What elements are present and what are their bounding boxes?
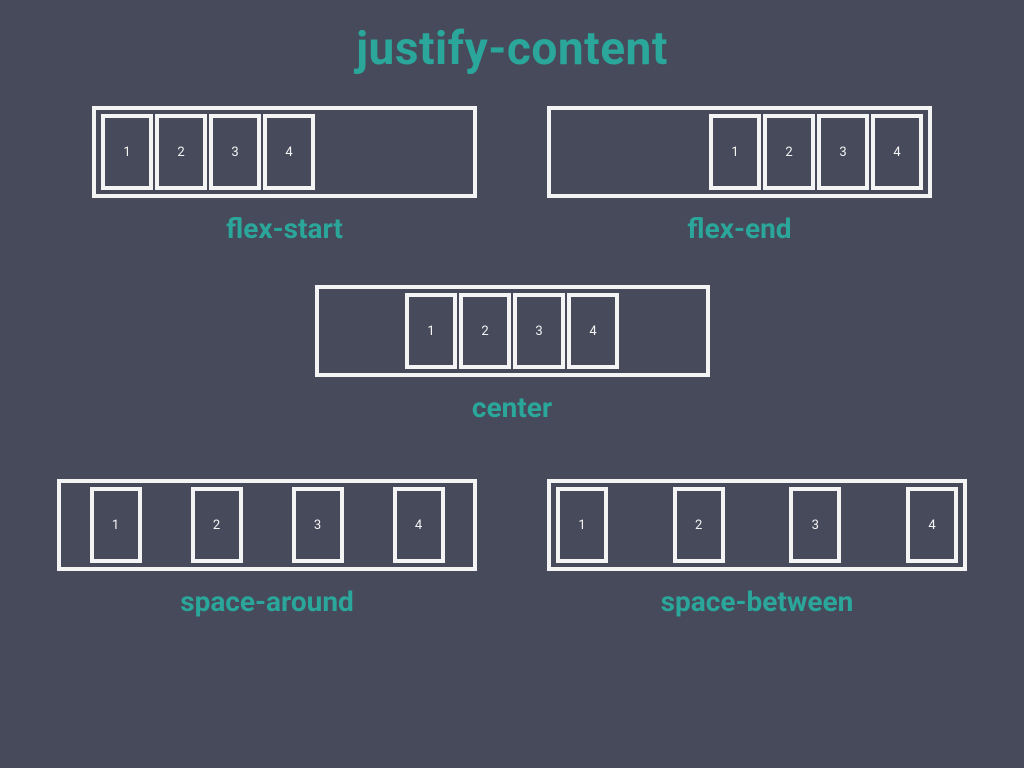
- flex-item: 2: [155, 114, 207, 190]
- flex-item: 3: [789, 487, 841, 563]
- flex-item: 1: [90, 487, 142, 563]
- caption-space-around: space-around: [180, 585, 354, 618]
- flex-container-center: 1 2 3 4: [315, 285, 710, 377]
- page-title: justify-content: [0, 0, 1024, 76]
- flex-item: 3: [817, 114, 869, 190]
- flex-item: 2: [673, 487, 725, 563]
- caption-space-between: space-between: [661, 585, 854, 618]
- flex-item: 2: [763, 114, 815, 190]
- flex-item: 2: [191, 487, 243, 563]
- flex-item: 4: [871, 114, 923, 190]
- flex-container-space-between: 1 2 3 4: [547, 479, 967, 571]
- flex-item: 1: [405, 293, 457, 369]
- caption-flex-start: flex-start: [226, 212, 343, 245]
- example-flex-end: 1 2 3 4 flex-end: [547, 106, 932, 245]
- example-row-2: 1 2 3 4 center: [0, 285, 1024, 424]
- example-flex-start: 1 2 3 4 flex-start: [92, 106, 477, 245]
- example-center: 1 2 3 4 center: [315, 285, 710, 424]
- example-row-3: 1 2 3 4 space-around 1 2 3 4 space-betwe…: [0, 479, 1024, 618]
- caption-center: center: [472, 391, 552, 424]
- flex-item: 3: [292, 487, 344, 563]
- flex-item: 4: [393, 487, 445, 563]
- flex-item: 2: [459, 293, 511, 369]
- caption-flex-end: flex-end: [687, 212, 791, 245]
- example-space-around: 1 2 3 4 space-around: [57, 479, 477, 618]
- flex-item: 1: [556, 487, 608, 563]
- flex-item: 4: [906, 487, 958, 563]
- flex-container-flex-end: 1 2 3 4: [547, 106, 932, 198]
- flex-container-space-around: 1 2 3 4: [57, 479, 477, 571]
- flex-item: 4: [567, 293, 619, 369]
- example-row-1: 1 2 3 4 flex-start 1 2 3 4 flex-end: [0, 106, 1024, 245]
- flex-item: 1: [709, 114, 761, 190]
- flex-item: 3: [513, 293, 565, 369]
- flex-item: 1: [101, 114, 153, 190]
- flex-item: 3: [209, 114, 261, 190]
- flex-container-flex-start: 1 2 3 4: [92, 106, 477, 198]
- flex-item: 4: [263, 114, 315, 190]
- example-space-between: 1 2 3 4 space-between: [547, 479, 967, 618]
